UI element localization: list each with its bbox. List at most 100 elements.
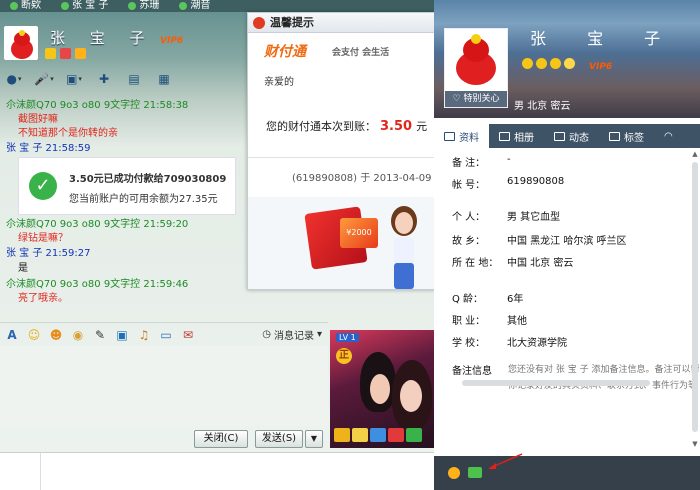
red-arrow-icon <box>488 453 523 469</box>
message-header: 张 宝 子 21:58:59 <box>6 143 91 154</box>
message-line: 亮了哦亲。 <box>18 293 68 304</box>
share-icon[interactable]: ▣ ▾ <box>64 70 84 88</box>
contact-avatar[interactable] <box>4 26 38 60</box>
special-care-button[interactable]: ♡ 特别关心 <box>445 91 507 107</box>
heart-icon[interactable] <box>388 428 404 442</box>
divider <box>40 453 41 490</box>
scroll-down-icon[interactable]: ▼ <box>690 440 700 450</box>
horizontal-scrollbar-thumb[interactable] <box>462 380 650 386</box>
tab-album[interactable]: 相册 <box>489 124 544 148</box>
chat-tab-bar: 断欸 张 宝 子 苏珊 潮音 <box>0 0 434 12</box>
tip-popup: 温馨提示 财付通 会支付 会生活 亲爱的 您的财付通本次到账： 3.50 元 (61… <box>247 12 435 290</box>
video-call-icon[interactable]: ● ▾ <box>4 70 24 88</box>
music-icon[interactable]: ♫ <box>136 327 152 343</box>
message-line: 是 <box>18 263 28 274</box>
remark-text: 您还没有对 张 宝 子 添加备注信息。备注可以帮你记录好友的真实资料、联系方式、… <box>508 365 700 391</box>
feed-icon <box>554 131 565 141</box>
detail-row-location: 所 在 地： 中国 北京 密云 <box>452 258 574 269</box>
emoticon-icon <box>536 58 547 69</box>
qq-show-icon[interactable] <box>468 467 482 478</box>
format-toolbar: A ☺ ☻ ◉ ✎ ▣ ♫ ▭ ✉ ◷ 消息记录 ▾ <box>0 322 328 346</box>
payment-line-1: 3.50元已成功付款给709030809 <box>69 174 227 185</box>
image-icon[interactable]: ▣ <box>114 327 130 343</box>
divider <box>248 157 434 158</box>
chat-tab-label: 断欸 <box>21 0 41 11</box>
amount-value: 3.50 <box>380 119 413 134</box>
send-options-chevron-icon[interactable]: ▼ <box>305 430 323 448</box>
payment-line-2: 您当前账户的可用余额为27.35元 <box>69 194 218 205</box>
tenpay-logo: 财付通 <box>264 44 306 60</box>
refresh-icon[interactable] <box>406 428 422 442</box>
vip-badge: VIP6 <box>160 36 184 46</box>
ad-photo-face <box>370 374 390 404</box>
emoji-icon[interactable]: ☺ <box>26 327 42 343</box>
chat-tab-0[interactable]: 断欸 <box>0 0 51 12</box>
wifi-icon[interactable]: ◠ <box>654 124 683 148</box>
message-history-button[interactable]: ◷ 消息记录 ▾ <box>262 327 322 342</box>
qq-penguin-icon <box>253 17 265 29</box>
detail-row-school: 学 校： 北大资源学院 <box>452 338 567 349</box>
status-dot-icon <box>10 2 18 10</box>
tab-profile[interactable]: 资料 <box>434 124 489 148</box>
message-line: 绿钻是嘛？ <box>18 233 68 244</box>
popup-title: 温馨提示 <box>248 13 434 33</box>
profile-avatar[interactable]: ♡ 特别关心 <box>444 28 508 108</box>
contact-badges <box>45 48 86 59</box>
tab-feed[interactable]: 动态 <box>544 124 599 148</box>
ad-banner[interactable]: LV 1 正 <box>330 330 434 448</box>
gift-icon[interactable]: ✉ <box>180 327 196 343</box>
payment-success-card: ✓ 3.50元已成功付款给709030809 您当前账户的可用余额为27.35元 <box>18 157 236 215</box>
message-input[interactable] <box>0 346 328 426</box>
vip-badge: VIP6 <box>589 62 613 72</box>
heart-icon: ♡ <box>452 94 461 104</box>
group-chat-icon[interactable]: ✚ <box>94 70 114 88</box>
qzone-badge-icon <box>60 48 71 59</box>
apps-icon[interactable]: ▦ <box>154 70 174 88</box>
diamond-icon[interactable] <box>352 428 368 442</box>
star-icon <box>564 58 575 69</box>
voice-message-icon[interactable]: ✎ <box>92 327 108 343</box>
chat-tab-2[interactable]: 苏珊 <box>118 0 169 12</box>
qzone-icon[interactable] <box>448 467 460 479</box>
remote-desktop-icon[interactable]: ▤ <box>124 70 144 88</box>
emoticon-icon <box>522 58 533 69</box>
chat-tab-3[interactable]: 潮音 <box>169 0 220 12</box>
profile-tabs: 资料 相册 动态 标签 ◠ <box>434 124 700 148</box>
contact-name: 张 宝 子 <box>50 29 155 47</box>
ad-icon-row <box>334 428 422 442</box>
shake-icon[interactable]: ◉ <box>70 327 86 343</box>
ad-photo-face <box>400 380 422 412</box>
font-icon[interactable]: A <box>4 327 20 343</box>
tab-tags[interactable]: 标签 <box>599 124 654 148</box>
profile-badges <box>522 58 575 69</box>
chat-tab-label: 苏珊 <box>139 0 160 11</box>
shirt-icon[interactable] <box>370 428 386 442</box>
profile-card-icon <box>444 131 455 141</box>
screenshot-icon[interactable]: ▭ <box>158 327 174 343</box>
clock-icon: ◷ <box>262 329 271 340</box>
magic-emoji-icon[interactable]: ☻ <box>48 327 64 343</box>
message-line: 不知道那个是你转的亲 <box>18 128 118 139</box>
mascot-girl-icon <box>391 206 417 289</box>
close-button[interactable]: 关闭(C) <box>194 430 248 448</box>
voice-call-icon[interactable]: 🎤 ▾ <box>34 70 54 88</box>
penguin-avatar-icon <box>448 32 504 88</box>
amount-line: 您的财付通本次到账： 3.50 元 <box>266 119 428 134</box>
detail-row-remark: 备 注： - <box>452 154 511 169</box>
profile-panel: ♡ 特别关心 张 宝 子 VIP6 男 北京 密云 资料 相册 动态 标签 ◠ … <box>434 0 700 490</box>
scroll-up-icon[interactable]: ▲ <box>690 150 700 160</box>
detail-row-job: 职 业： 其他 <box>452 316 527 327</box>
emoticon-icon <box>550 58 561 69</box>
chat-tab-1[interactable]: 张 宝 子 <box>51 0 118 12</box>
status-dot-icon <box>179 2 188 10</box>
detail-row-personal: 个 人：男 其它血型 <box>452 212 561 223</box>
chat-tab-label: 张 宝 子 <box>72 0 109 11</box>
profile-bottom-bar <box>434 456 700 490</box>
send-button[interactable]: 发送(S) <box>255 430 303 448</box>
bookmark-icon <box>609 131 620 141</box>
remark-label: 备注信息 <box>452 366 492 377</box>
profile-name: 张 宝 子 <box>530 29 679 48</box>
message-header: 张 宝 子 21:59:27 <box>6 248 91 259</box>
scrollbar-thumb[interactable] <box>692 162 698 432</box>
home-icon[interactable] <box>334 428 350 442</box>
